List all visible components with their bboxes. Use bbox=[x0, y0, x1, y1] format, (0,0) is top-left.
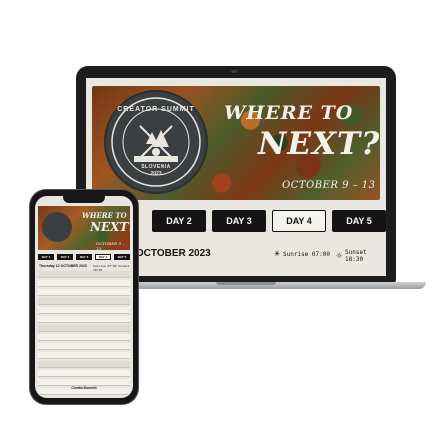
list-item[interactable] bbox=[38, 343, 130, 350]
headline-top: WHERE TO bbox=[224, 102, 354, 124]
list-item[interactable] bbox=[38, 334, 130, 341]
list-item[interactable] bbox=[38, 379, 130, 386]
tab-day-2[interactable]: DAY 2 bbox=[152, 210, 206, 232]
list-item[interactable] bbox=[38, 370, 130, 377]
list-item[interactable] bbox=[38, 352, 130, 359]
phone-hero-banner: WHERE TO NEXT? OCTOBER 9 – 13 bbox=[38, 206, 133, 251]
tab-day-3[interactable]: DAY 3 bbox=[212, 210, 266, 232]
phone-date-heading: Thursday 12 OCTOBER 2023 bbox=[39, 264, 87, 268]
list-item[interactable] bbox=[38, 325, 130, 332]
tab-day-5[interactable]: DAY 5 bbox=[332, 210, 386, 232]
badge-country: SLOVENIA bbox=[141, 164, 171, 170]
sunrise-icon: ☀ bbox=[274, 249, 281, 260]
phone-tab-day-1[interactable]: DAY 1 bbox=[38, 254, 54, 260]
list-item[interactable] bbox=[38, 316, 130, 323]
phone-summit-badge-logo bbox=[42, 212, 72, 242]
phone-notch bbox=[63, 196, 105, 203]
phone-headline-top: WHERE TO bbox=[82, 211, 127, 220]
phone-device: WHERE TO NEXT? OCTOBER 9 – 13 DAY 1 DAY … bbox=[30, 190, 138, 404]
headline-main: NEXT? bbox=[258, 126, 380, 162]
sunset-info: ☼ Sunset 18:30 bbox=[336, 249, 386, 263]
phone-schedule-list bbox=[38, 271, 130, 397]
list-item[interactable] bbox=[38, 361, 130, 368]
list-item[interactable] bbox=[38, 271, 130, 278]
phone-event-dates: OCTOBER 9 – 13 bbox=[96, 241, 125, 251]
phone-tab-day-3[interactable]: DAY 3 bbox=[76, 254, 92, 260]
phone-tab-day-4[interactable]: DAY 4 bbox=[95, 254, 111, 260]
list-item[interactable] bbox=[38, 289, 130, 296]
list-item[interactable] bbox=[38, 280, 130, 287]
sunrise-label: Sunrise 07:00 bbox=[283, 251, 330, 258]
phone-tab-day-5[interactable]: DAY 5 bbox=[114, 254, 130, 260]
sunset-icon: ☼ bbox=[336, 250, 343, 262]
sunrise-info: ☀ Sunrise 07:00 bbox=[274, 249, 330, 260]
camera-icon bbox=[231, 70, 237, 73]
summit-badge-logo: CREATOR SUMMIT SLOVENIA 2023 bbox=[106, 92, 206, 192]
list-item[interactable] bbox=[38, 307, 130, 314]
laptop-lid-notch bbox=[216, 282, 276, 285]
tab-day-4[interactable]: DAY 4 bbox=[272, 210, 326, 232]
badge-title: CREATOR SUMMIT bbox=[117, 106, 195, 113]
hero-banner: CREATOR SUMMIT SLOVENIA 2023 WHERE TO NE… bbox=[92, 86, 380, 200]
list-item[interactable] bbox=[38, 298, 130, 305]
sunset-label: Sunset 18:30 bbox=[345, 249, 367, 263]
badge-year: 2023 bbox=[150, 171, 162, 177]
event-dates: OCTOBER 9 – 13 bbox=[282, 180, 376, 191]
phone-day-tabs: DAY 1 DAY 2 DAY 3 DAY 4 DAY 5 bbox=[38, 254, 130, 262]
phone-screen: WHERE TO NEXT? OCTOBER 9 – 13 DAY 1 DAY … bbox=[35, 196, 133, 398]
phone-headline-main: NEXT? bbox=[90, 220, 133, 234]
phone-footer-logo: CreatorSummit bbox=[71, 386, 97, 390]
phone-tab-day-2[interactable]: DAY 2 bbox=[57, 254, 73, 260]
